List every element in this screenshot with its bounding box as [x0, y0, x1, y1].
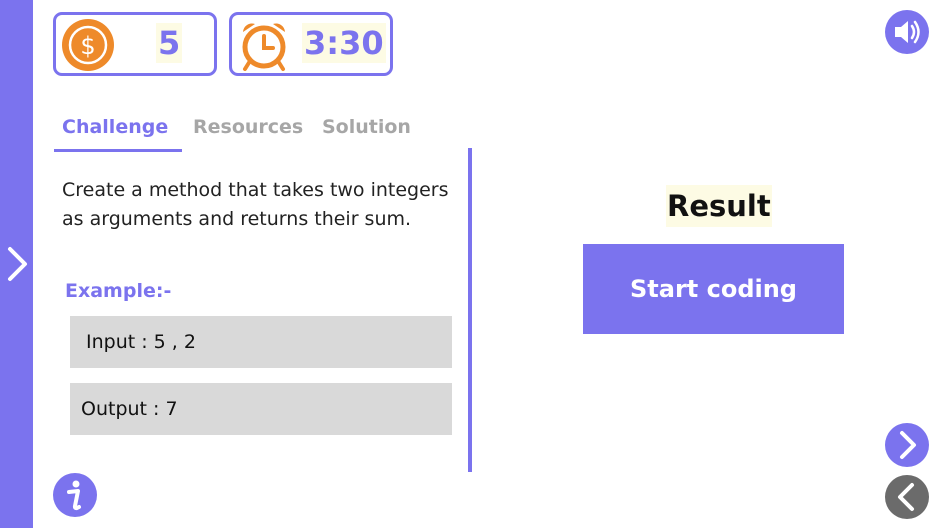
- sound-toggle-button[interactable]: [885, 10, 929, 54]
- dollar-coin-icon: $: [61, 18, 115, 76]
- result-title: Result: [666, 185, 772, 227]
- alarm-clock-icon: [237, 18, 291, 78]
- panel-divider: [468, 148, 472, 472]
- svg-text:$: $: [80, 32, 95, 60]
- example-input: Input : 5 , 2: [70, 316, 452, 368]
- chevron-right-icon: [5, 246, 29, 286]
- coins-value: 5: [156, 23, 183, 63]
- tab-resources[interactable]: Resources: [185, 116, 311, 138]
- example-heading: Example:-: [65, 280, 172, 302]
- coins-counter: $ 5: [53, 12, 217, 76]
- challenge-description: Create a method that takes two integers …: [62, 179, 449, 230]
- active-tab-indicator: [54, 149, 182, 152]
- sidebar-toggle[interactable]: [0, 0, 33, 528]
- tab-challenge[interactable]: Challenge: [54, 116, 176, 138]
- example-output: Output : 7: [70, 383, 452, 435]
- next-button[interactable]: [885, 423, 929, 467]
- info-button[interactable]: [53, 473, 97, 517]
- previous-button[interactable]: [885, 475, 929, 519]
- timer-value: 3:30: [302, 23, 386, 63]
- tab-solution[interactable]: Solution: [314, 116, 419, 138]
- start-coding-button[interactable]: Start coding: [583, 244, 844, 334]
- countdown-timer: 3:30: [229, 12, 393, 76]
